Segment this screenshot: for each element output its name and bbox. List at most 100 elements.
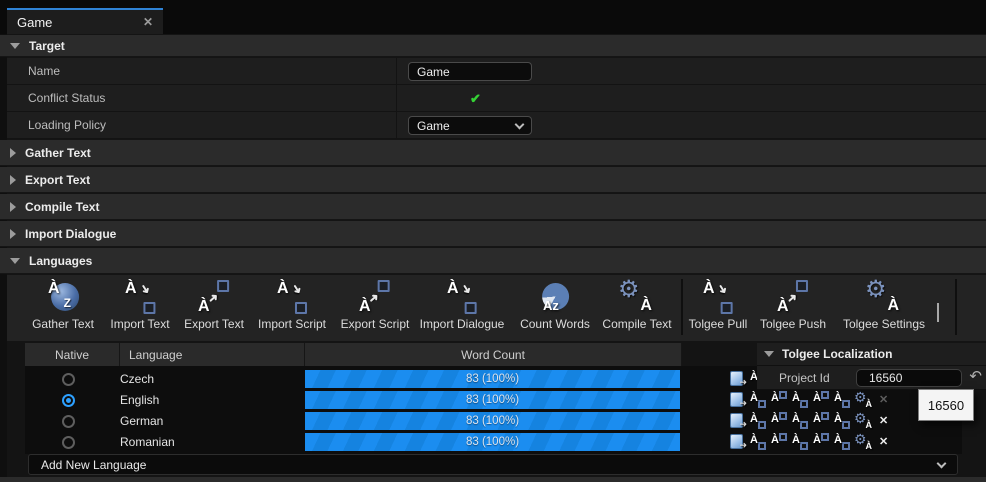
tolgee-localization-panel: Tolgee Localization Project Id xyxy=(757,343,986,390)
export-text-button[interactable]: Export Text xyxy=(184,280,244,331)
export-file-icon[interactable] xyxy=(728,433,747,451)
import-script-icon[interactable] xyxy=(791,433,810,451)
export-script-icon[interactable] xyxy=(812,412,831,430)
toolbar-overflow-chevron[interactable] xyxy=(937,303,939,321)
count-words-button[interactable]: Count Words xyxy=(520,280,590,331)
row-actions xyxy=(728,433,894,451)
project-id-label: Project Id xyxy=(779,371,830,385)
native-radio[interactable] xyxy=(62,436,75,449)
export-file-icon[interactable] xyxy=(728,370,747,388)
reset-to-default-icon[interactable] xyxy=(969,367,982,385)
tab-game[interactable]: Game xyxy=(7,8,163,34)
section-header-import-dialogue[interactable]: Import Dialogue xyxy=(0,221,986,247)
section-header-target[interactable]: Target xyxy=(0,35,986,57)
property-row-conflict-status: Conflict Status xyxy=(7,85,986,112)
tooltip-text: 16560 xyxy=(928,398,964,413)
remove-language-icon[interactable] xyxy=(875,412,894,430)
tolgee-settings-button[interactable]: Tolgee Settings xyxy=(843,280,925,331)
tolgee-settings-icon[interactable] xyxy=(854,412,873,430)
tolgee-pull-button[interactable]: Tolgee Pull xyxy=(689,280,748,331)
property-row-loading-policy: Loading Policy Game xyxy=(7,112,986,139)
export-script-icon xyxy=(352,280,398,316)
native-radio[interactable] xyxy=(62,373,75,386)
property-row-name: Name xyxy=(7,58,986,85)
bottom-strip xyxy=(0,477,986,482)
languages-toolbar: Gather Text Import Text Export Text Impo… xyxy=(7,275,986,341)
tolgee-panel-header[interactable]: Tolgee Localization xyxy=(757,343,986,366)
export-script-button[interactable]: Export Script xyxy=(341,280,410,331)
remove-language-icon-disabled xyxy=(875,391,894,409)
gather-text-button[interactable]: Gather Text xyxy=(32,280,94,331)
table-row-romanian: Romanian 83 (100%) xyxy=(25,432,962,452)
section-label: Compile Text xyxy=(25,200,99,214)
language-name: English xyxy=(120,393,159,407)
export-script-icon[interactable] xyxy=(812,433,831,451)
tab-bar: Game xyxy=(0,0,986,34)
chevron-right-icon xyxy=(10,175,16,185)
table-row-english: English 83 (100%) xyxy=(25,390,962,410)
section-header-languages[interactable]: Languages xyxy=(0,248,986,274)
dropdown-value: Game xyxy=(417,119,450,133)
section-label: Import Dialogue xyxy=(25,227,116,241)
header-language: Language xyxy=(120,343,305,366)
export-text-icon[interactable] xyxy=(770,391,789,409)
section-label: Languages xyxy=(29,254,92,268)
section-header-gather-text[interactable]: Gather Text xyxy=(0,140,986,166)
import-dialogue-icon[interactable] xyxy=(833,433,852,451)
word-count-label: 83 (100%) xyxy=(466,415,519,427)
import-dialogue-icon[interactable] xyxy=(833,412,852,430)
export-file-icon[interactable] xyxy=(728,391,747,409)
header-word-count: Word Count xyxy=(305,343,682,366)
gather-text-icon xyxy=(40,280,86,316)
chevron-right-icon xyxy=(10,229,16,239)
export-text-icon xyxy=(191,280,237,316)
property-label: Loading Policy xyxy=(28,118,106,132)
tolgee-push-button[interactable]: Tolgee Push xyxy=(760,280,826,331)
export-file-icon[interactable] xyxy=(728,412,747,430)
section-label: Gather Text xyxy=(25,146,91,160)
section-header-export-text[interactable]: Export Text xyxy=(0,167,986,193)
chevron-down-icon xyxy=(937,458,947,468)
count-words-icon xyxy=(532,280,578,316)
row-actions xyxy=(728,391,894,409)
chevron-down-icon xyxy=(515,119,525,129)
project-id-input[interactable] xyxy=(856,369,962,387)
row-actions xyxy=(728,412,894,430)
import-text-icon[interactable] xyxy=(749,433,768,451)
tolgee-settings-icon[interactable] xyxy=(854,433,873,451)
close-icon[interactable] xyxy=(143,16,153,28)
name-input[interactable] xyxy=(408,62,532,81)
tolgee-panel-title: Tolgee Localization xyxy=(782,347,892,361)
header-native: Native xyxy=(25,343,120,366)
import-text-icon[interactable] xyxy=(749,412,768,430)
tolgee-settings-icon[interactable] xyxy=(854,391,873,409)
column-divider xyxy=(396,85,397,111)
import-text-button[interactable]: Import Text xyxy=(110,280,169,331)
native-radio[interactable] xyxy=(62,415,75,428)
import-dialogue-icon[interactable] xyxy=(833,391,852,409)
word-count-progress-bar: 83 (100%) xyxy=(305,412,680,430)
property-label: Conflict Status xyxy=(28,91,105,105)
add-new-language-dropdown[interactable]: Add New Language xyxy=(28,454,958,475)
import-script-icon[interactable] xyxy=(791,391,810,409)
import-dialogue-button[interactable]: Import Dialogue xyxy=(420,280,505,331)
export-script-icon[interactable] xyxy=(812,391,831,409)
word-count-label: 83 (100%) xyxy=(466,373,519,385)
import-dialogue-icon xyxy=(439,280,485,316)
native-radio-selected[interactable] xyxy=(62,394,75,407)
word-count-progress-bar: 83 (100%) xyxy=(305,370,680,388)
export-text-icon[interactable] xyxy=(770,433,789,451)
chevron-down-icon xyxy=(10,258,20,264)
compile-text-button[interactable]: Compile Text xyxy=(602,280,671,331)
word-count-label: 83 (100%) xyxy=(466,394,519,406)
import-script-button[interactable]: Import Script xyxy=(258,280,326,331)
loading-policy-dropdown[interactable]: Game xyxy=(408,116,532,135)
import-text-icon[interactable] xyxy=(749,391,768,409)
import-script-icon[interactable] xyxy=(791,412,810,430)
section-header-compile-text[interactable]: Compile Text xyxy=(0,194,986,220)
toolbar-separator xyxy=(955,279,957,335)
remove-language-icon[interactable] xyxy=(875,433,894,451)
export-text-icon[interactable] xyxy=(770,412,789,430)
tab-title: Game xyxy=(17,15,52,30)
word-count-label: 83 (100%) xyxy=(466,436,519,448)
